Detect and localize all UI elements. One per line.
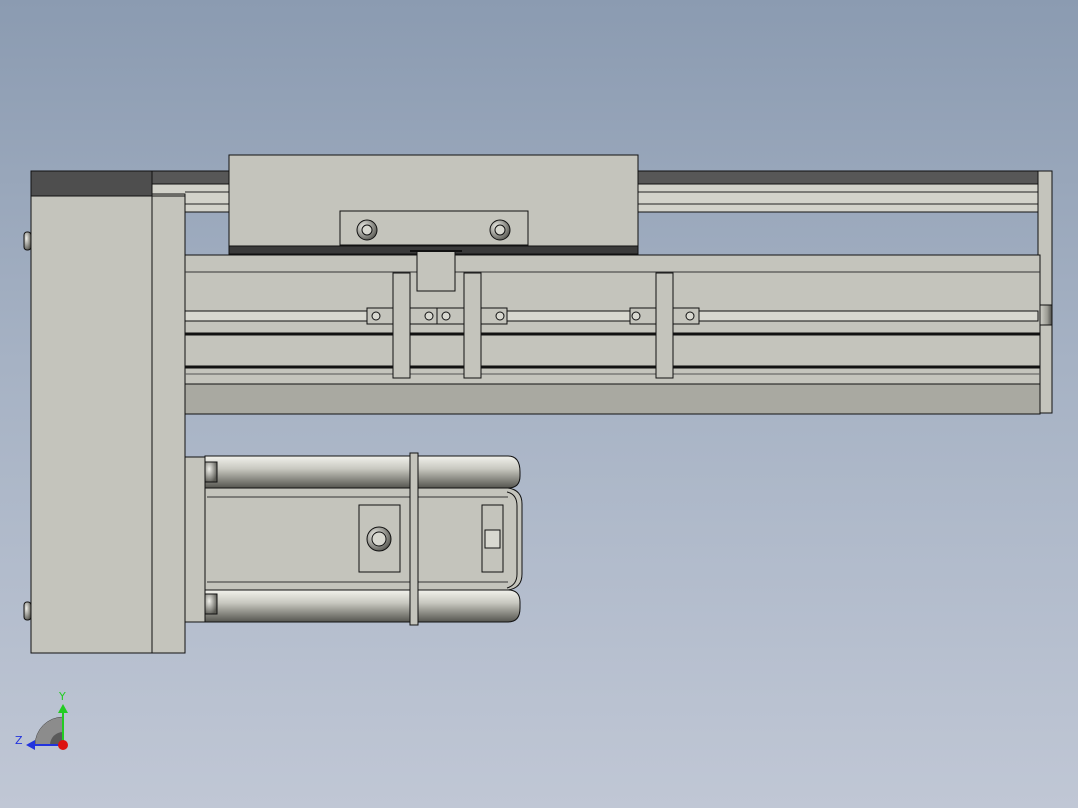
- motor-connector[interactable]: [358, 504, 401, 573]
- carriage-connector-bracket: [410, 250, 462, 292]
- sensor-slot: [184, 310, 1039, 322]
- servo-motor[interactable]: [184, 452, 523, 626]
- carriage-slide-table[interactable]: [228, 154, 639, 255]
- sensor-bracket-3[interactable]: [655, 272, 674, 379]
- cad-graphics-viewport[interactable]: Y Z: [0, 0, 1078, 808]
- motor-flange-bolt-top: [204, 461, 218, 483]
- motor-flange-bolt-bottom: [204, 593, 218, 615]
- encoder-port[interactable]: [481, 504, 504, 573]
- carriage-clamp-plate[interactable]: [339, 210, 529, 246]
- motor-band: [409, 452, 419, 626]
- y-axis-arrow-icon: [58, 704, 68, 713]
- mount-bolt-top: [23, 231, 32, 251]
- end-block-assembly[interactable]: [23, 170, 186, 654]
- y-axis-label: Y: [58, 690, 66, 703]
- sensor-clip-2[interactable]: [409, 307, 465, 325]
- sensor-bracket-2[interactable]: [463, 272, 482, 379]
- z-axis-label: Z: [15, 734, 23, 747]
- motor-housing-upper: [204, 455, 521, 489]
- coordinate-triad: Y Z: [15, 690, 68, 750]
- linear-actuator-model[interactable]: Y Z: [0, 0, 1078, 808]
- sensor-clip-5[interactable]: [672, 307, 700, 325]
- triad-origin-icon: [58, 740, 68, 750]
- sensor-clip-4[interactable]: [629, 307, 657, 325]
- sensor-clip-1[interactable]: [366, 307, 394, 325]
- sensor-clip-3[interactable]: [480, 307, 508, 325]
- mount-bolt-bottom: [23, 601, 32, 621]
- motor-housing-lower: [204, 589, 521, 623]
- actuator-body-profile[interactable]: [184, 254, 1041, 415]
- sensor-bracket-1[interactable]: [392, 272, 411, 379]
- motor-flange: [184, 456, 208, 623]
- z-axis-arrow-icon: [26, 740, 35, 750]
